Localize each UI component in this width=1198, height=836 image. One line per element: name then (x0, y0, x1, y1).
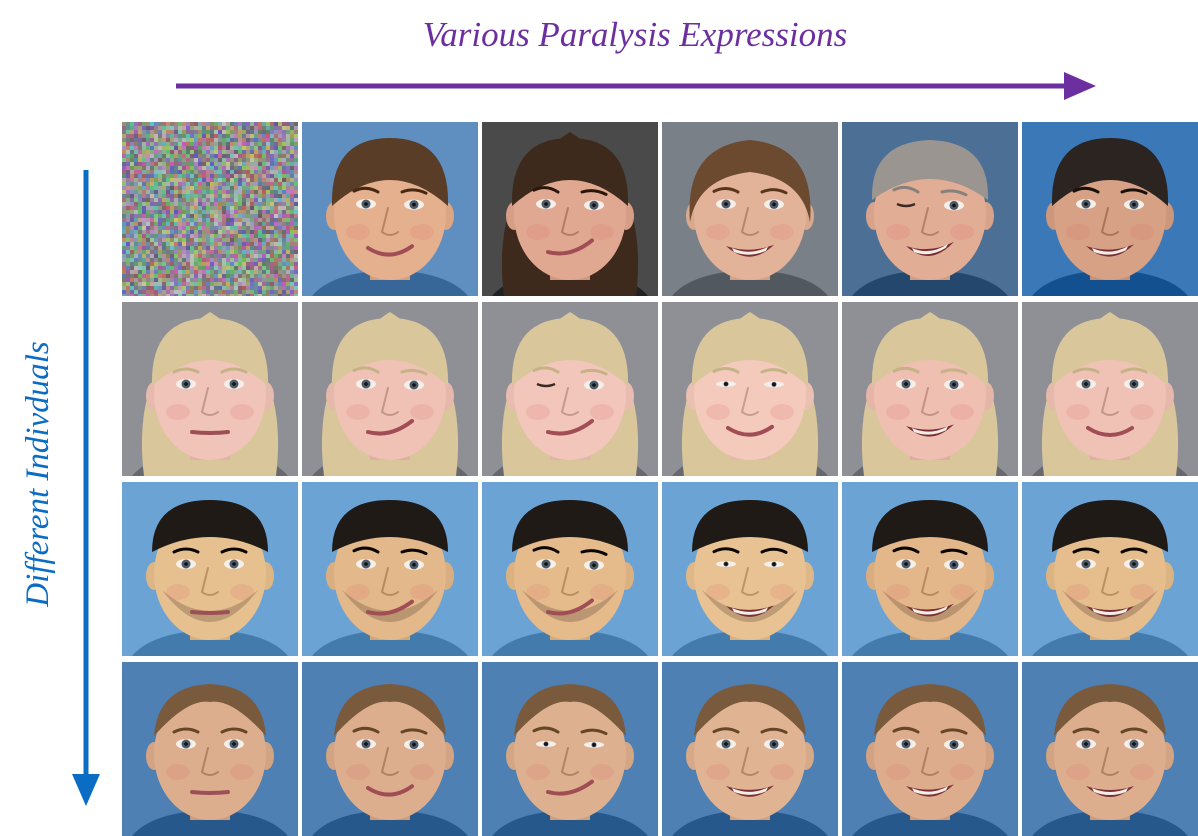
face-image (1022, 122, 1198, 296)
face-image (302, 482, 478, 656)
face-image (1022, 662, 1198, 836)
individuals-axis-title: Different Indivduals (20, 341, 56, 607)
face-image (1022, 482, 1198, 656)
vertical-arrow (72, 170, 100, 806)
face-image (482, 302, 658, 476)
face-image (842, 662, 1018, 836)
face-image (302, 662, 478, 836)
face-image (662, 302, 838, 476)
face-image (302, 122, 478, 296)
face-image (662, 662, 838, 836)
noise-image (122, 122, 298, 296)
face-image (122, 662, 298, 836)
face-image (482, 122, 658, 296)
face-image (482, 482, 658, 656)
face-image (662, 122, 838, 296)
face-image (1022, 302, 1198, 476)
face-image (842, 482, 1018, 656)
horizontal-arrow (176, 72, 1096, 100)
face-image (302, 302, 478, 476)
face-image (662, 482, 838, 656)
face-image (122, 302, 298, 476)
face-image (482, 662, 658, 836)
face-image (842, 122, 1018, 296)
face-image (122, 482, 298, 656)
face-image (842, 302, 1018, 476)
face-image-grid (122, 122, 1198, 836)
